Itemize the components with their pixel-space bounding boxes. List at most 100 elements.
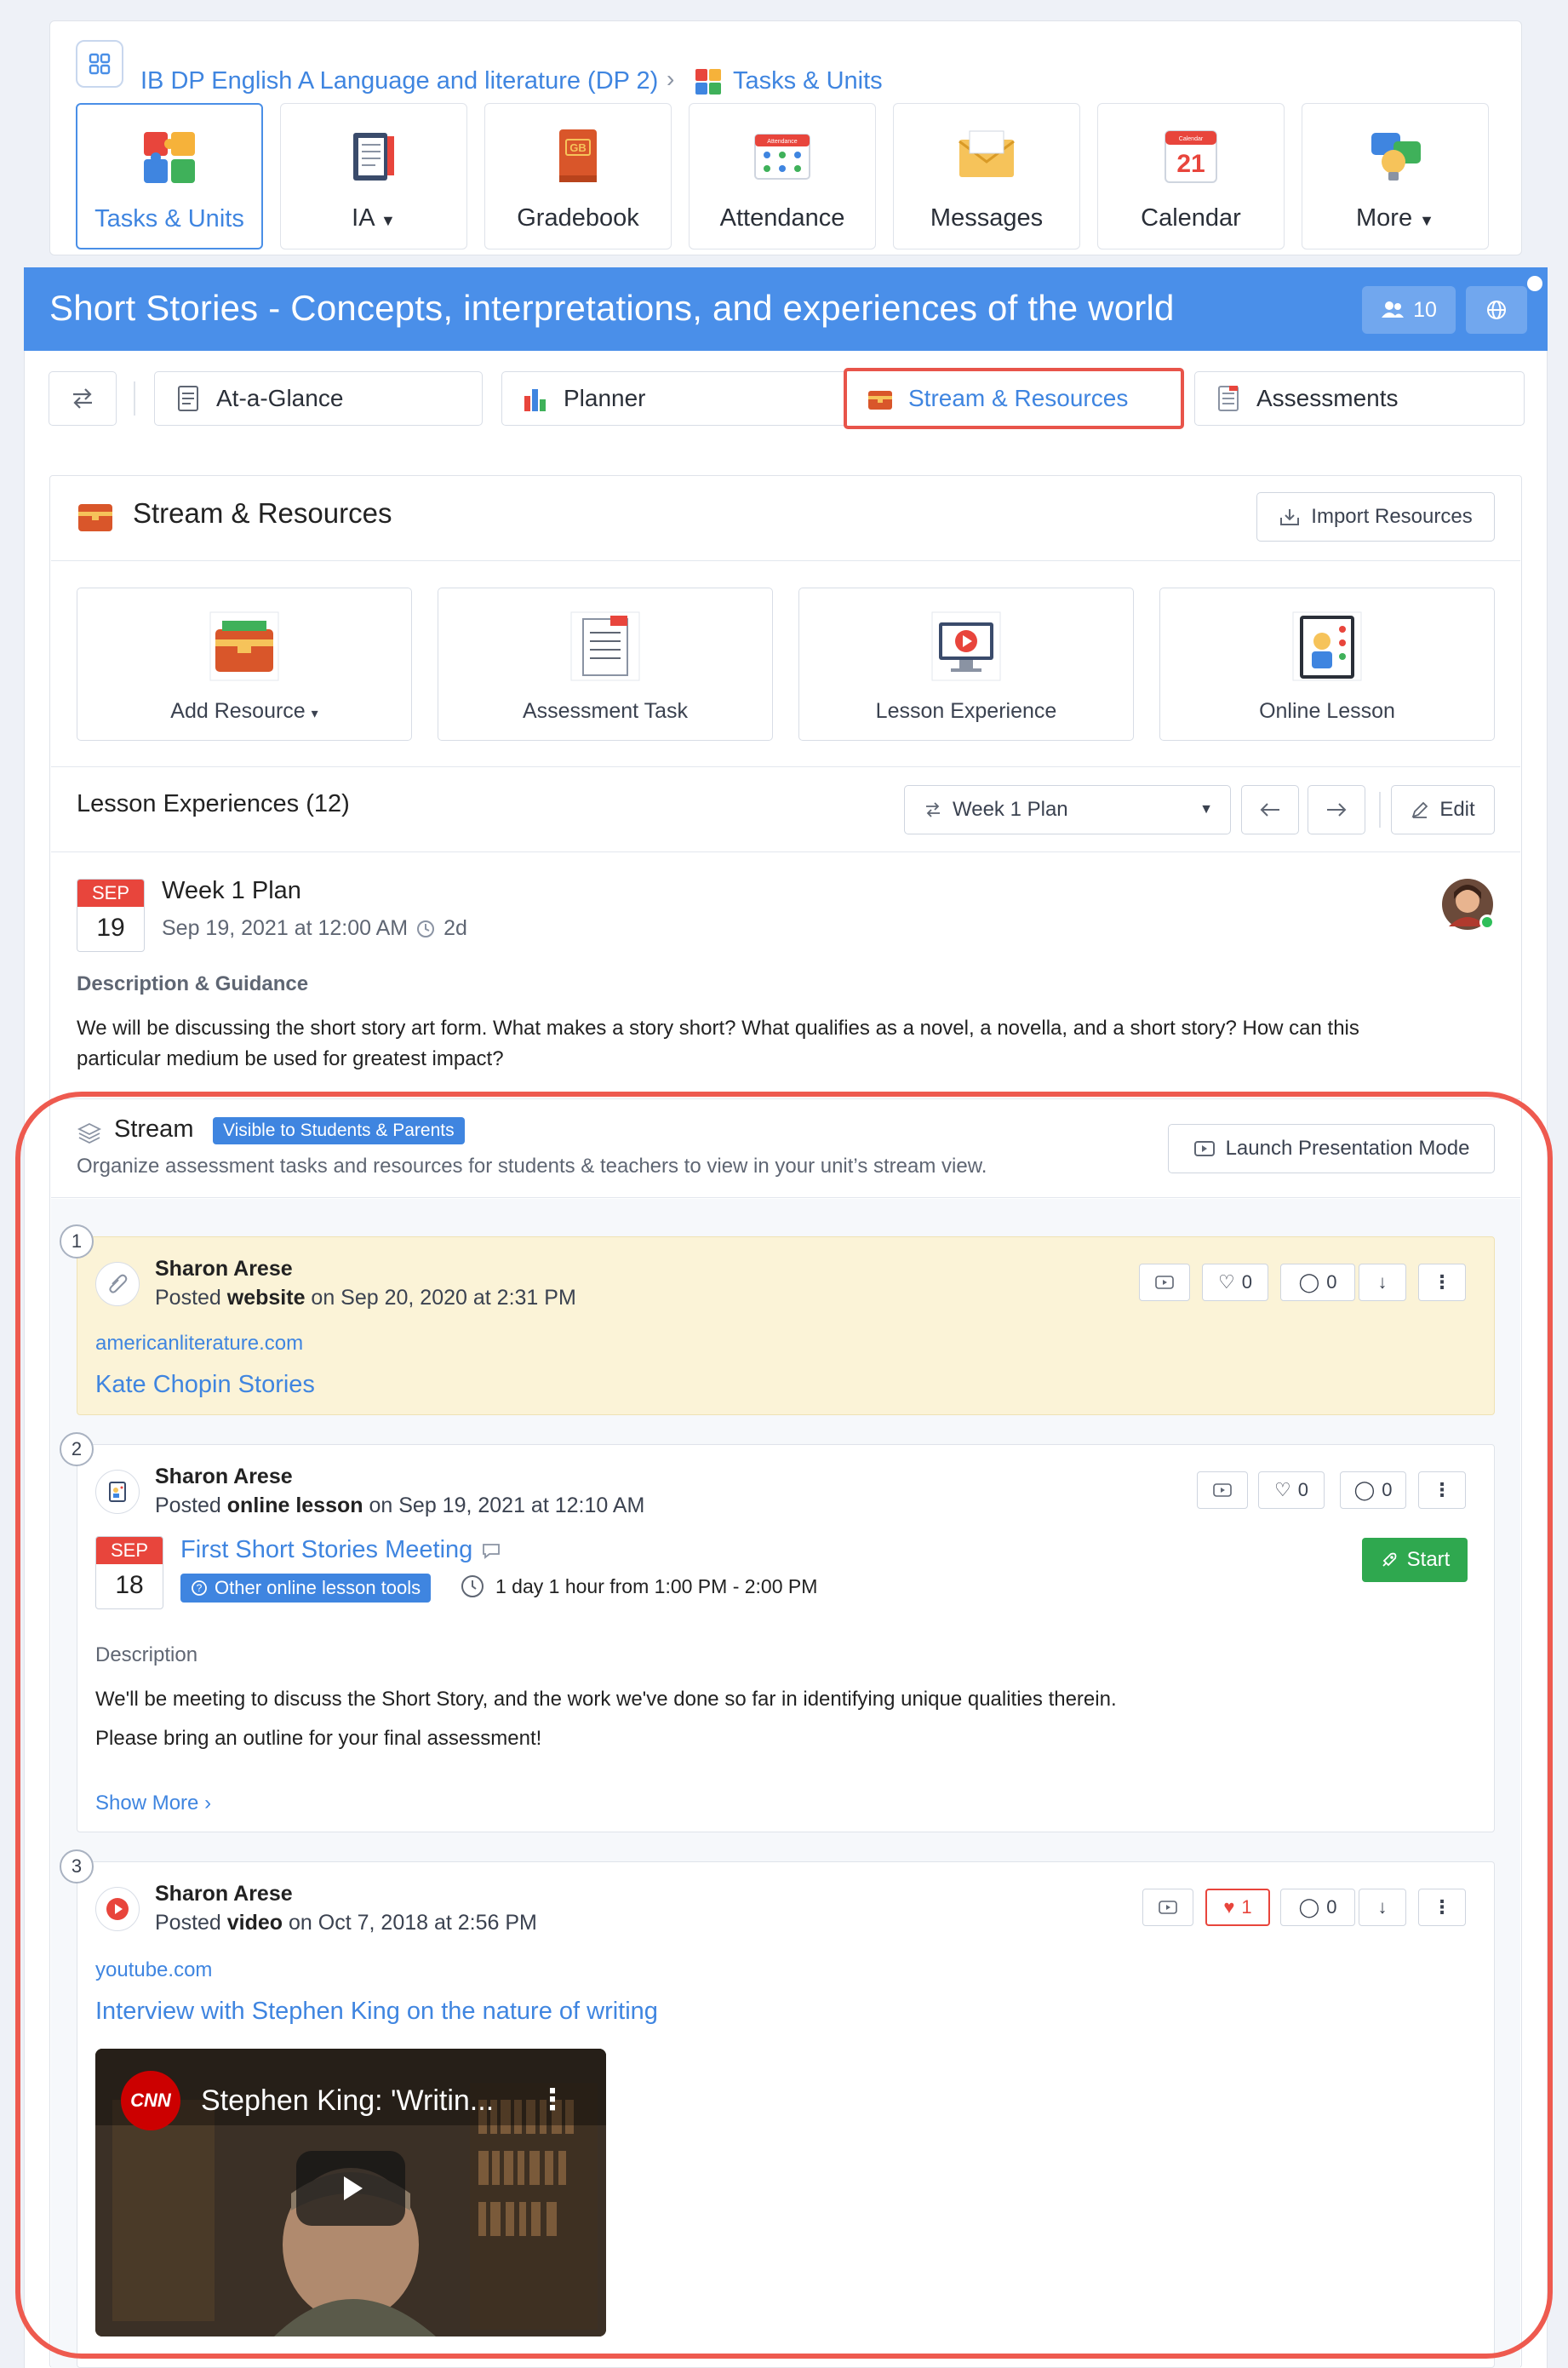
comment-count: 0	[1382, 1479, 1393, 1500]
post-type-badge	[95, 1262, 140, 1306]
present-button[interactable]	[1142, 1889, 1193, 1926]
tab-stream-resources[interactable]: Stream & Resources	[844, 368, 1184, 429]
edit-button[interactable]: Edit	[1391, 785, 1495, 834]
tab-planner[interactable]: Planner	[501, 371, 849, 426]
stream-title: Stream	[114, 1115, 194, 1143]
nav-ia[interactable]: IA ▼	[280, 103, 467, 249]
show-more-link[interactable]: Show More ›	[95, 1792, 211, 1815]
like-count: 1	[1241, 1896, 1252, 1918]
arrow-right-icon	[1327, 803, 1347, 817]
move-down-button[interactable]: ↓	[1359, 1889, 1406, 1926]
week-duration: 2d	[444, 916, 467, 940]
more-options-button[interactable]: ⋮	[1418, 1264, 1466, 1301]
comment-button[interactable]: ◯ 0	[1280, 1889, 1355, 1926]
tab-assessments[interactable]: Assessments	[1194, 371, 1525, 426]
tab-label: Planner	[564, 385, 646, 411]
week-title[interactable]: Week 1 Plan	[162, 877, 301, 905]
lesson-link[interactable]: First Short Stories Meeting	[180, 1536, 501, 1564]
comment-button[interactable]: ◯ 0	[1340, 1471, 1406, 1509]
next-plan-button[interactable]	[1308, 785, 1365, 834]
like-count: 0	[1297, 1479, 1308, 1500]
envelope-icon	[959, 130, 1015, 177]
video-title: Stephen King: 'Writin...	[201, 2084, 495, 2117]
present-button[interactable]	[1197, 1471, 1248, 1509]
nav-label: More	[1356, 204, 1413, 232]
more-options-button[interactable]: ⋮	[1418, 1471, 1466, 1509]
tile-label: Assessment Task	[522, 699, 689, 723]
present-button[interactable]	[1139, 1264, 1190, 1301]
post-number: 2	[60, 1432, 94, 1466]
unit-tab-row: At-a-Glance Planner Stream & Resources A…	[24, 351, 1548, 446]
previous-plan-button[interactable]	[1241, 785, 1299, 834]
chevron-down-icon: ▼	[1419, 212, 1434, 229]
members-button[interactable]: 10	[1362, 286, 1456, 334]
plan-select[interactable]: Week 1 Plan ▼	[904, 785, 1231, 834]
post-author: Sharon Arese	[155, 1465, 293, 1488]
like-button[interactable]: ♥ 1	[1205, 1889, 1270, 1926]
calendar-icon-text: Calendar	[1179, 136, 1204, 142]
globe-button[interactable]	[1466, 286, 1527, 334]
description-line: We will be discussing the short story ar…	[77, 1017, 1359, 1040]
post-description-heading: Description	[95, 1643, 198, 1666]
breadcrumb-course[interactable]: IB DP English A Language and literature …	[140, 67, 658, 95]
arrow-down-icon: ↓	[1377, 1271, 1388, 1293]
post-meta: Posted online lesson on Sep 19, 2021 at …	[155, 1494, 644, 1518]
puzzle-icon	[695, 69, 721, 95]
attendance-icon: Attendance	[754, 134, 810, 180]
tab-label: Assessments	[1256, 385, 1399, 411]
tab-at-a-glance[interactable]: At-a-Glance	[154, 371, 483, 426]
more-icon	[1371, 133, 1421, 181]
post-description-line: Please bring an outline for your final a…	[95, 1727, 542, 1750]
nav-gradebook[interactable]: GB Gradebook	[484, 103, 672, 249]
nav-more[interactable]: More ▼	[1302, 103, 1489, 249]
assessment-task-tile[interactable]: Assessment Task	[438, 588, 773, 741]
post-link[interactable]: Kate Chopin Stories	[95, 1371, 315, 1399]
kebab-menu-icon: ⋮	[1433, 1271, 1451, 1293]
presentation-icon	[1155, 1276, 1174, 1289]
post-number: 1	[60, 1224, 94, 1259]
nav-calendar[interactable]: Calendar 21 Calendar	[1097, 103, 1285, 249]
nav-messages[interactable]: Messages	[893, 103, 1080, 249]
online-lesson-tile[interactable]: Online Lesson	[1159, 588, 1495, 741]
nav-attendance[interactable]: Attendance Attendance	[689, 103, 876, 249]
import-resources-button[interactable]: Import Resources	[1256, 492, 1495, 542]
help-circle-icon: ?	[192, 1580, 207, 1596]
add-resource-tile[interactable]: Add Resource ▾	[77, 588, 412, 741]
post-number: 3	[60, 1849, 94, 1884]
visibility-badge: Visible to Students & Parents	[213, 1117, 465, 1144]
like-button[interactable]: ♡ 0	[1202, 1264, 1268, 1301]
move-down-button[interactable]: ↓	[1359, 1264, 1406, 1301]
online-lesson-tools-badge[interactable]: ? Other online lesson tools	[180, 1574, 432, 1603]
comment-button[interactable]: ◯ 0	[1280, 1264, 1355, 1301]
collapse-toggle-button[interactable]	[49, 371, 117, 426]
nav-tasks-units[interactable]: Tasks & Units	[76, 103, 263, 249]
lesson-experience-tile[interactable]: Lesson Experience	[798, 588, 1134, 741]
start-button[interactable]: Start	[1362, 1538, 1468, 1582]
video-embed[interactable]: CNN Stephen King: 'Writin... ⋮	[95, 2049, 606, 2336]
lesson-title: First Short Stories Meeting	[180, 1536, 473, 1563]
play-icon	[344, 2176, 363, 2200]
more-options-button[interactable]: ⋮	[1418, 1889, 1466, 1926]
video-menu-icon[interactable]: ⋮	[538, 2083, 567, 2117]
breadcrumb-current[interactable]: Tasks & Units	[733, 67, 883, 95]
comment-icon: ◯	[1298, 1896, 1320, 1918]
post-domain[interactable]: youtube.com	[95, 1958, 212, 1982]
post-type-badge	[95, 1887, 140, 1931]
heart-icon: ♡	[1218, 1271, 1235, 1293]
post-domain[interactable]: americanliterature.com	[95, 1332, 303, 1356]
post-meta: Posted website on Sep 20, 2020 at 2:31 P…	[155, 1286, 576, 1310]
show-more-label: Show More	[95, 1792, 199, 1815]
arrow-down-icon: ↓	[1377, 1896, 1388, 1918]
launch-presentation-button[interactable]: Launch Presentation Mode	[1168, 1124, 1495, 1173]
post-link[interactable]: Interview with Stephen King on the natur…	[95, 1998, 658, 2026]
post-author: Sharon Arese	[155, 1882, 293, 1906]
divider	[51, 1098, 1520, 1099]
video-play-button[interactable]	[296, 2151, 405, 2226]
paperclip-icon	[109, 1274, 128, 1293]
layers-icon	[77, 1122, 102, 1144]
post-meta: Posted video on Oct 7, 2018 at 2:56 PM	[155, 1911, 537, 1935]
avatar[interactable]	[1440, 877, 1495, 932]
caret-down-icon: ▼	[1199, 802, 1213, 817]
apps-grid-button[interactable]	[76, 40, 123, 88]
like-button[interactable]: ♡ 0	[1258, 1471, 1325, 1509]
